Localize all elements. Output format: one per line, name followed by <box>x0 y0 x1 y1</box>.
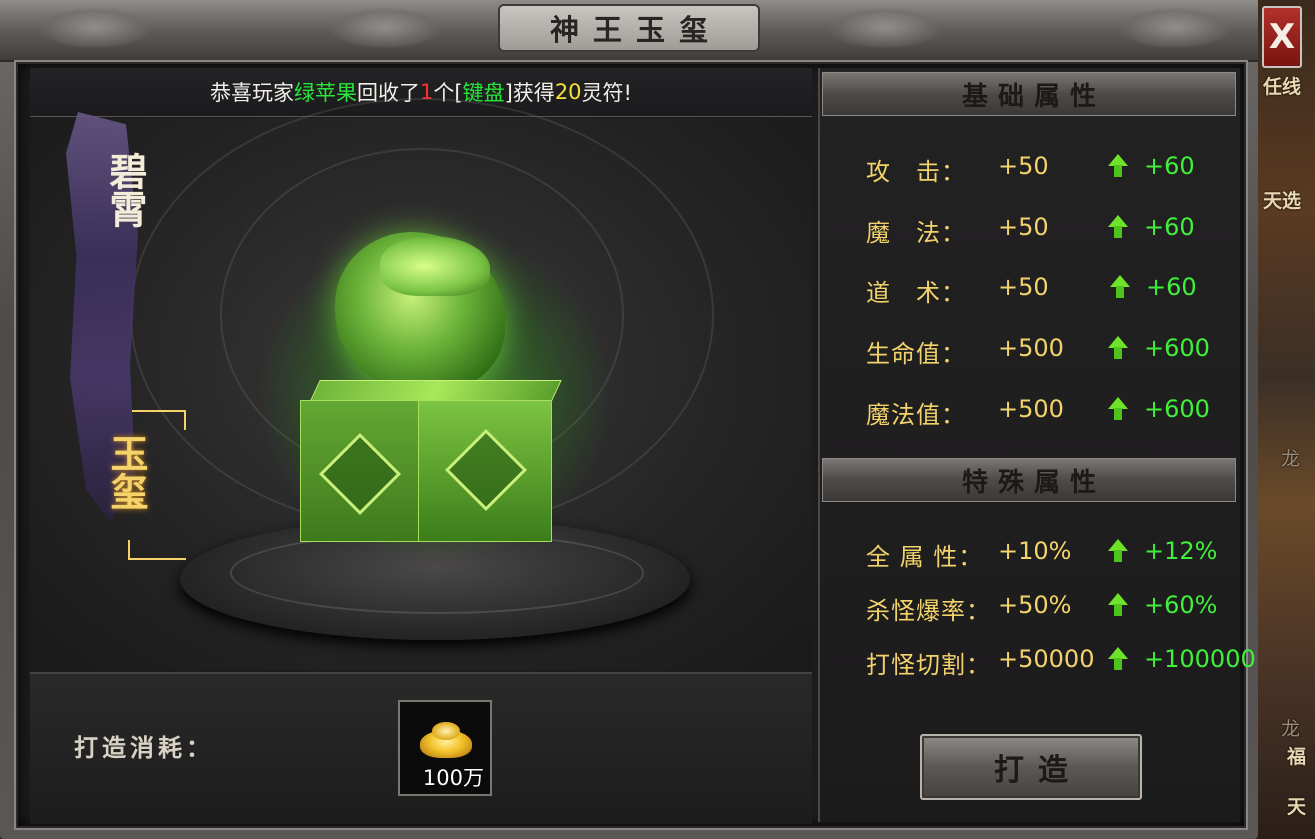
up-arrow-stem <box>1114 408 1122 420</box>
scene-text: 任线 <box>1263 76 1302 98</box>
attr-next: +60 <box>1144 213 1195 241</box>
item-name-label: 碧霄 玉玺 <box>58 112 186 560</box>
attr-next: +600 <box>1144 334 1210 362</box>
up-arrow-stem <box>1114 226 1122 238</box>
scene-text: 天 <box>1287 796 1307 818</box>
announcement-prefix: 恭喜玩家 <box>210 81 295 105</box>
cost-amount: 100万 <box>422 766 484 790</box>
dragon-ornament-icon <box>330 8 440 48</box>
attr-next: +60% <box>1144 591 1218 619</box>
close-button[interactable]: X <box>1262 6 1302 68</box>
special-attributes-heading: 特殊属性 <box>822 458 1236 502</box>
seal-glyph-icon <box>444 428 528 512</box>
attr-row-mp: 魔法值： +500 +600 <box>866 395 1256 435</box>
bracket-bottom <box>128 540 186 560</box>
attr-current: +50% <box>998 591 1072 619</box>
jade-seal-icon <box>300 380 562 542</box>
attr-row-magic: 魔 法： +50 +60 <box>866 213 1256 253</box>
announcement-after-item: ]获得 <box>504 81 555 105</box>
cost-label: 打造消耗： <box>74 733 214 762</box>
announcement-suffix: 灵符! <box>581 81 632 105</box>
attr-next: +100000 <box>1144 645 1256 673</box>
up-arrow-stem <box>1114 658 1122 670</box>
item-name: 碧霄 <box>103 152 148 228</box>
attr-current: +50 <box>998 152 1049 180</box>
attr-current: +50000 <box>998 645 1095 673</box>
attr-current: +10% <box>998 537 1072 565</box>
up-arrow-stem <box>1114 550 1122 562</box>
scene-text: 龙 <box>1281 448 1301 470</box>
dragon-ornament-icon <box>1120 8 1230 48</box>
gold-ingot-top <box>432 722 460 740</box>
dragon-ornament-icon <box>830 8 940 48</box>
title-plate: 神王玉玺 <box>500 6 758 50</box>
seal-right-face <box>418 400 552 542</box>
up-arrow-stem <box>1114 165 1122 177</box>
attr-row-hp: 生命值： +500 +600 <box>866 334 1256 374</box>
attr-label: 攻 击： <box>866 158 966 186</box>
attr-row-all-stats: 全 属 性： +10% +12% <box>866 537 1256 577</box>
forge-button[interactable]: 打造 <box>920 734 1142 800</box>
scene-text: 天选 <box>1263 190 1302 212</box>
window-title: 神王玉玺 <box>549 13 722 47</box>
attr-row-drop-rate: 杀怪爆率： +50% +60% <box>866 591 1256 631</box>
up-arrow-stem <box>1114 347 1122 359</box>
base-attributes-heading: 基础属性 <box>822 72 1236 116</box>
attr-row-taoism: 道 术： +50 +60 <box>866 273 1256 313</box>
scene-text: 福 <box>1287 746 1307 768</box>
attr-current: +50 <box>998 213 1049 241</box>
attr-next: +60 <box>1146 273 1197 301</box>
attr-row-attack: 攻 击： +50 +60 <box>866 152 1256 192</box>
attr-label: 杀怪爆率： <box>866 597 991 625</box>
dragon-ornament-icon <box>40 8 150 48</box>
background-game-scene: 任线 天选 龙 龙 福 天 <box>1255 0 1315 839</box>
title-bar: 神王玉玺 <box>0 0 1258 62</box>
attr-label: 全 属 性： <box>866 543 984 571</box>
attr-label: 魔 法： <box>866 219 966 247</box>
attr-next: +60 <box>1144 152 1195 180</box>
attr-current: +50 <box>998 273 1049 301</box>
attr-row-cut-damage: 打怪切割： +50000 +100000 <box>866 645 1256 685</box>
attr-next: +12% <box>1144 537 1218 565</box>
up-arrow-stem <box>1116 286 1124 298</box>
scene-text: 龙 <box>1281 718 1301 740</box>
attr-label: 打怪切割： <box>866 651 991 679</box>
attr-label: 生命值： <box>866 340 966 368</box>
attr-current: +500 <box>998 334 1064 362</box>
attr-current: +500 <box>998 395 1064 423</box>
attr-label: 道 术： <box>866 279 966 307</box>
item-type: 玉玺 <box>104 434 149 510</box>
seal-glyph-icon <box>318 432 402 516</box>
up-arrow-stem <box>1114 604 1122 616</box>
announcement-reward: 20 <box>554 80 582 104</box>
seal-left-face <box>300 400 420 542</box>
announcement-player: 绿苹果 <box>294 81 358 105</box>
attr-next: +600 <box>1144 395 1210 423</box>
cost-item-slot[interactable]: 100万 <box>398 700 492 796</box>
bracket-top <box>132 410 186 430</box>
attr-label: 魔法值： <box>866 401 966 429</box>
